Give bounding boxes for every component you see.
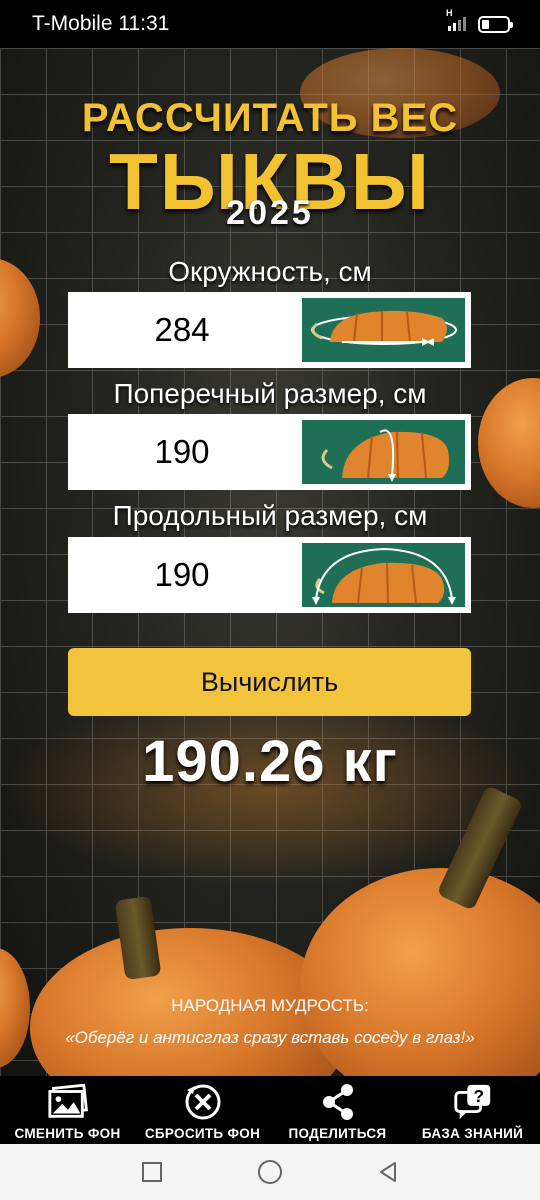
result-weight: 190.26 кг — [142, 729, 398, 794]
change-background-label: СМЕНИТЬ ФОН — [14, 1126, 121, 1141]
battery-icon — [478, 15, 513, 33]
length-size-input[interactable] — [68, 537, 296, 613]
share-icon — [317, 1082, 359, 1122]
cross-size-row — [68, 414, 471, 490]
knowledge-base-button[interactable]: ? БАЗА ЗНАНИЙ — [405, 1082, 540, 1141]
pumpkin-circumference-icon — [300, 296, 467, 364]
home-button[interactable] — [257, 1159, 283, 1185]
system-navigation-bar — [0, 1144, 540, 1200]
cross-size-label: Поперечный размер, см — [113, 378, 427, 409]
share-button[interactable]: ПОДЕЛИТЬСЯ — [270, 1082, 405, 1141]
length-size-row — [68, 537, 471, 613]
wisdom-title: НАРОДНАЯ МУДРОСТЬ: — [171, 996, 369, 1015]
svg-text:?: ? — [473, 1086, 484, 1106]
carrier-time: T-Mobile 11:31 — [32, 12, 170, 35]
pumpkin-cross-size-icon — [300, 418, 467, 486]
reset-background-label: СБРОСИТЬ ФОН — [144, 1126, 261, 1141]
network-label: H — [446, 8, 453, 18]
circumference-row — [68, 292, 471, 368]
cross-size-input[interactable] — [68, 414, 296, 490]
image-icon — [47, 1082, 89, 1122]
recent-apps-button[interactable] — [139, 1159, 165, 1185]
change-background-button[interactable]: СМЕНИТЬ ФОН — [0, 1082, 135, 1141]
reset-icon — [182, 1082, 224, 1122]
circumference-label: Окружность, см — [168, 256, 372, 287]
length-size-label: Продольный размер, см — [112, 500, 428, 531]
bottom-action-bar: СМЕНИТЬ ФОН СБРОСИТЬ ФОН ПОДЕЛИТЬСЯ ? БА… — [0, 1076, 540, 1144]
share-label: ПОДЕЛИТЬСЯ — [288, 1126, 387, 1141]
reset-background-button[interactable]: СБРОСИТЬ ФОН — [135, 1082, 270, 1141]
title-year: 2025 — [226, 194, 314, 232]
status-bar: T-Mobile 11:31 H — [0, 0, 540, 48]
signal-icon: H — [446, 8, 466, 31]
pumpkin-length-icon — [300, 541, 467, 609]
back-button[interactable] — [375, 1159, 401, 1185]
help-chat-icon: ? — [452, 1082, 494, 1122]
calculate-button[interactable]: Вычислить — [68, 648, 471, 716]
title-line1: РАССЧИТАТЬ ВЕС — [81, 96, 459, 140]
knowledge-base-label: БАЗА ЗНАНИЙ — [421, 1126, 524, 1141]
circumference-input[interactable] — [68, 292, 296, 368]
status-icons: H — [446, 8, 513, 33]
wisdom-text: «Оберёг и антисглаз сразу вставь соседу … — [65, 1028, 475, 1047]
